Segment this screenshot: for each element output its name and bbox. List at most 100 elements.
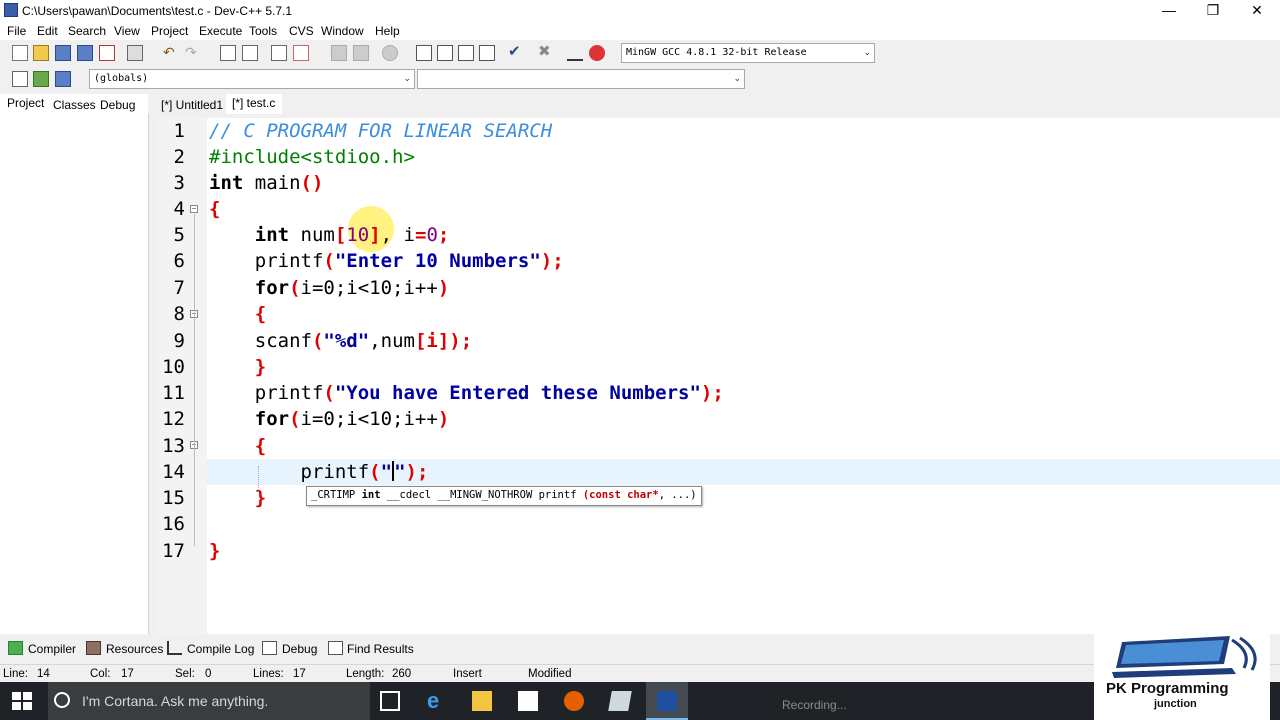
- edge-browser-icon[interactable]: e: [427, 690, 447, 712]
- tab-debug-bottom[interactable]: Debug: [282, 642, 317, 656]
- brace: }: [254, 487, 267, 509]
- toolbars-icon[interactable]: [458, 45, 474, 61]
- firefox-icon[interactable]: [564, 691, 584, 711]
- profile-icon[interactable]: [589, 45, 605, 61]
- menu-search[interactable]: Search: [68, 24, 106, 38]
- tooltip-keyword: int: [361, 489, 381, 501]
- save-icon[interactable]: [55, 45, 71, 61]
- class-browser-icon[interactable]: [55, 71, 71, 87]
- close-button[interactable]: ✕: [1234, 0, 1280, 22]
- keyword: for: [254, 277, 290, 299]
- redo-icon[interactable]: ↷: [185, 45, 201, 61]
- chevron-down-icon: ⌄: [733, 74, 741, 84]
- minimize-button[interactable]: —: [1146, 0, 1192, 22]
- identifier: , i: [380, 224, 415, 246]
- tab-untitled1[interactable]: [*] Untitled1: [161, 98, 223, 112]
- function-signature-tooltip: _CRTIMP int __cdecl __MINGW_NOTHROW prin…: [306, 486, 702, 506]
- tab-test-c[interactable]: [*] test.c: [232, 96, 275, 110]
- indent-icon[interactable]: [331, 45, 347, 61]
- chart-icon[interactable]: [567, 45, 583, 61]
- function-name: printf: [254, 250, 324, 272]
- menu-project[interactable]: Project: [151, 24, 188, 38]
- menu-file[interactable]: File: [7, 24, 26, 38]
- tab-compile-log[interactable]: Compile Log: [187, 642, 254, 656]
- status-length-value: 260: [392, 668, 412, 680]
- close-file-icon[interactable]: [99, 45, 115, 61]
- goto-line-icon[interactable]: [271, 45, 287, 61]
- brace: {: [209, 198, 221, 220]
- identifier: num: [289, 224, 335, 246]
- tab-resources[interactable]: Resources: [106, 642, 163, 656]
- compiler-icon: [8, 641, 23, 655]
- unindent-icon[interactable]: [353, 45, 369, 61]
- open-folder-icon[interactable]: [33, 45, 49, 61]
- project-view-icon[interactable]: [416, 45, 432, 61]
- restore-button[interactable]: ❐: [1190, 0, 1236, 22]
- tab-classes[interactable]: Classes: [53, 98, 96, 112]
- tab-compiler[interactable]: Compiler: [28, 642, 76, 656]
- menu-cvs[interactable]: CVS: [289, 24, 314, 38]
- new-file-icon[interactable]: [12, 45, 28, 61]
- menu-bar: File Edit Search View Project Execute To…: [0, 22, 1280, 40]
- save-all-icon[interactable]: [77, 45, 93, 61]
- identifier: main: [243, 172, 301, 194]
- find-icon[interactable]: [220, 45, 236, 61]
- fold-guide: [194, 214, 195, 546]
- menu-help[interactable]: Help: [375, 24, 400, 38]
- tab-find-results[interactable]: Find Results: [347, 642, 414, 656]
- tab-debug[interactable]: Debug: [100, 98, 135, 112]
- line-number: 15: [162, 487, 185, 509]
- fold-marker-icon[interactable]: −: [190, 205, 198, 213]
- toggle-comment-icon[interactable]: [382, 45, 398, 61]
- project-panel[interactable]: [0, 114, 149, 634]
- code-line-3: int main(): [209, 170, 323, 196]
- line-number: 8: [173, 303, 185, 325]
- store-icon[interactable]: [518, 691, 538, 711]
- menu-view[interactable]: View: [114, 24, 140, 38]
- notes-app-icon[interactable]: [608, 691, 632, 711]
- compiler-select[interactable]: MinGW GCC 4.8.1 32-bit Release ⌄: [621, 43, 875, 63]
- line-number: 13: [162, 435, 185, 457]
- devcpp-app-icon: [4, 3, 18, 17]
- print-icon[interactable]: [127, 45, 143, 61]
- index: [i]: [414, 330, 450, 352]
- replace-icon[interactable]: [242, 45, 258, 61]
- undo-icon[interactable]: ↶: [163, 45, 179, 61]
- goto-icon[interactable]: [33, 71, 49, 87]
- tab-project[interactable]: Project: [7, 96, 44, 110]
- code-editor[interactable]: [157, 118, 1280, 634]
- code-line-12: for(i=0;i<10;i++): [254, 408, 450, 430]
- bookmark-icon[interactable]: [293, 45, 309, 61]
- scope-select[interactable]: (globals) ⌄: [89, 69, 415, 89]
- fullscreen-icon[interactable]: [437, 45, 453, 61]
- stop-icon[interactable]: ✖: [538, 44, 554, 60]
- number: 10: [346, 224, 370, 246]
- task-view-icon[interactable]: [380, 691, 400, 711]
- line-number: 6: [173, 250, 185, 272]
- compile-log-icon: [167, 641, 182, 655]
- code-line-5: int num[10], i=0;: [209, 222, 450, 248]
- comment-text: // C PROGRAM FOR LINEAR SEARCH: [209, 120, 553, 142]
- member-select[interactable]: ⌄: [417, 69, 745, 89]
- code-line-2: #include<stdioo.h>: [209, 144, 415, 170]
- code-line-17: }: [209, 538, 220, 564]
- resources-icon: [86, 641, 101, 655]
- menu-window[interactable]: Window: [321, 24, 364, 38]
- string-literal: ": [394, 461, 406, 483]
- chevron-down-icon: ⌄: [403, 74, 411, 84]
- line-number: 9: [173, 330, 185, 352]
- devcpp-taskbar-button[interactable]: [646, 682, 688, 720]
- insert-icon[interactable]: [12, 71, 28, 87]
- cortana-search-box[interactable]: I'm Cortana. Ask me anything.: [48, 682, 370, 720]
- status-lines-value: 17: [293, 668, 306, 680]
- windows-start-icon[interactable]: [12, 692, 32, 710]
- menu-edit[interactable]: Edit: [37, 24, 58, 38]
- grid-icon[interactable]: [479, 45, 495, 61]
- line-number: 3: [173, 172, 185, 194]
- menu-execute[interactable]: Execute: [199, 24, 242, 38]
- recording-indicator: Recording...: [782, 698, 847, 712]
- menu-tools[interactable]: Tools: [249, 24, 277, 38]
- brace: }: [209, 540, 221, 562]
- file-explorer-icon[interactable]: [472, 691, 492, 711]
- check-syntax-icon[interactable]: ✔: [508, 44, 524, 60]
